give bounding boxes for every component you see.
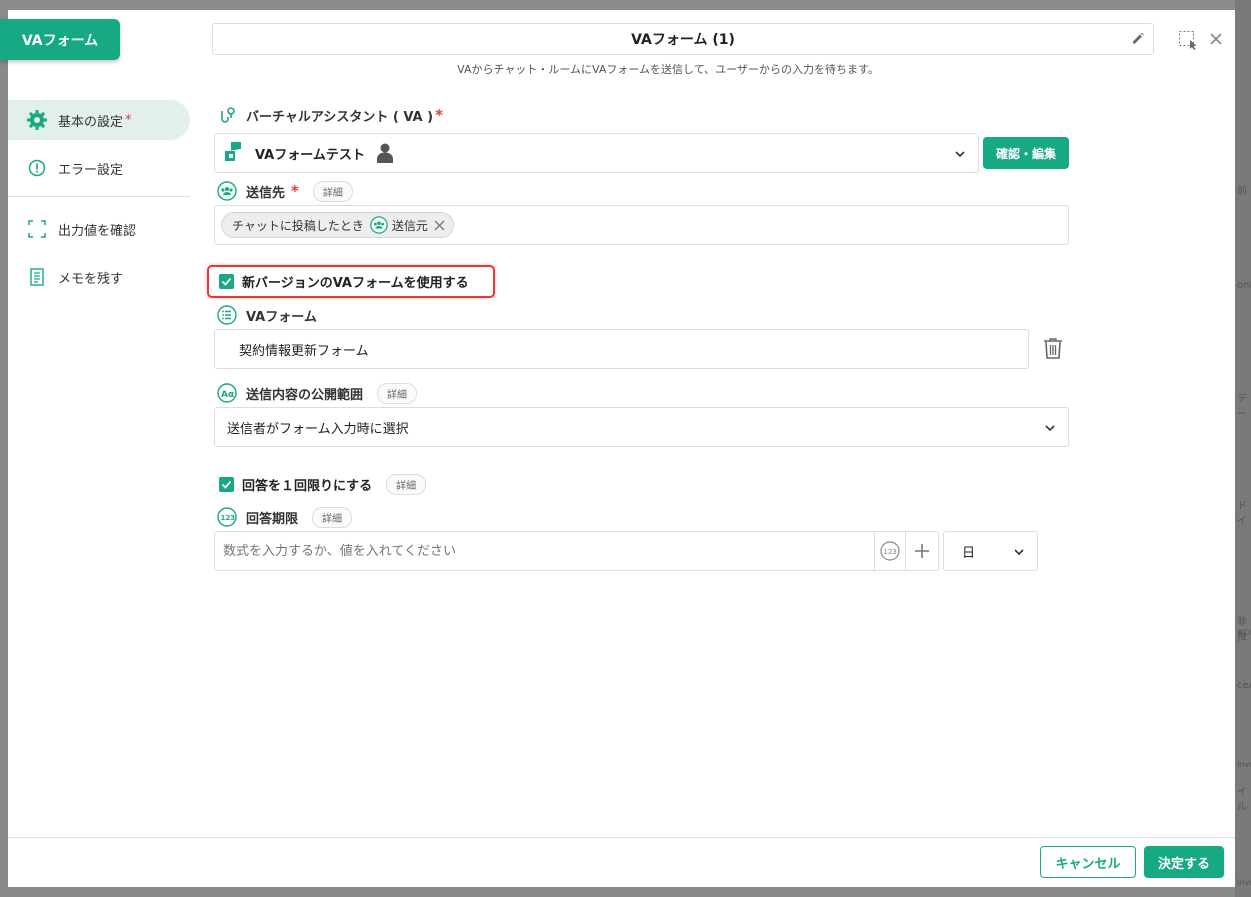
text-format-icon: Aα (216, 382, 238, 404)
answer-once-checkbox[interactable] (219, 477, 234, 492)
recipient-section-label: 送信先 * 詳細 (216, 180, 353, 202)
list-icon (216, 304, 238, 326)
bg-fragment: Invo (1237, 878, 1251, 887)
number-icon: 123 (216, 506, 238, 528)
chevron-down-icon (954, 148, 966, 164)
chevron-down-icon (1044, 422, 1056, 438)
sidebar-divider (8, 196, 190, 197)
sidebar-item-memo[interactable]: メモを残す (8, 257, 190, 297)
node-description: VAからチャット・ルームにVAフォームを送信して、ユーザーからの入力を待ちます。 (457, 63, 879, 76)
recipient-chip[interactable]: チャットに投稿したとき 送信元 (221, 212, 454, 238)
deadline-input-group: 123 (214, 531, 939, 571)
frame-corners-icon (26, 218, 48, 240)
form-value: 契約情報更新フォーム (239, 343, 369, 359)
deadline-unit-value: 日 (962, 545, 976, 561)
footer-divider (8, 837, 1235, 838)
sidebar-item-error-settings[interactable]: エラー設定 (8, 148, 190, 188)
va-select[interactable]: VAフォームテスト (214, 133, 979, 173)
va-selected-value: VAフォームテスト (255, 147, 365, 163)
form-section-label: VAフォーム (216, 304, 317, 326)
group-icon (370, 216, 388, 234)
svg-text:Aα: Aα (221, 390, 234, 400)
node-title: VAフォーム (1) (631, 32, 735, 48)
answer-once-detail-chip[interactable]: 詳細 (386, 474, 427, 495)
bg-fragment: ceA (1237, 680, 1251, 691)
visibility-select[interactable]: 送信者がフォーム入力時に選択 (214, 407, 1069, 447)
svg-text:123: 123 (221, 514, 236, 522)
gear-icon (26, 109, 48, 131)
form-select[interactable]: 契約情報更新フォーム (214, 329, 1029, 369)
recipient-chip-sub: 送信元 (391, 218, 428, 233)
bg-fragment: ドイ (1237, 501, 1247, 527)
cancel-button[interactable]: キャンセル (1040, 846, 1136, 878)
pencil-icon[interactable] (1131, 31, 1145, 49)
visibility-value: 送信者がフォーム入力時に選択 (227, 421, 409, 437)
sidebar-item-label: メモを残す (58, 271, 124, 287)
select-area-icon[interactable] (1178, 30, 1198, 54)
person-icon (376, 143, 393, 163)
visibility-section-label: Aα 送信内容の公開範囲 詳細 (216, 382, 418, 404)
deadline-label: 回答期限 (246, 511, 299, 527)
ok-button[interactable]: 決定する (1144, 846, 1224, 878)
alert-circle-icon (26, 157, 48, 179)
new-version-label: 新バージョンのVAフォームを使用する (242, 276, 469, 291)
form-label: VAフォーム (246, 309, 317, 325)
bg-fragment: Invo (1237, 760, 1251, 769)
trash-icon[interactable] (1043, 337, 1063, 363)
sidebar-item-label: エラー設定 (58, 162, 124, 178)
deadline-input[interactable] (215, 533, 874, 569)
bg-fragment: デー (1237, 394, 1247, 420)
required-mark: * (435, 106, 443, 124)
visibility-label: 送信内容の公開範囲 (246, 387, 364, 403)
backdrop-top (0, 0, 1251, 10)
visibility-detail-chip[interactable]: 詳細 (377, 382, 418, 404)
bg-fragment: onE (1237, 280, 1251, 291)
deadline-unit-select[interactable]: 日 (943, 531, 1038, 571)
sidebar-item-label: 基本の設定 (58, 114, 124, 130)
node-type-tag: VAフォーム (0, 19, 120, 60)
group-icon (216, 180, 238, 202)
bg-fragment: 前 (1237, 186, 1247, 197)
bg-fragment: イル (1237, 787, 1247, 813)
recipient-detail-chip[interactable]: 詳細 (312, 180, 353, 202)
sidebar-item-check-output[interactable]: 出力値を確認 (8, 209, 190, 249)
deadline-section-label: 123 回答期限 詳細 (216, 506, 353, 528)
new-version-checkbox-row[interactable]: 新バージョンのVAフォームを使用する (207, 265, 495, 298)
number-format-icon[interactable]: 123 (874, 532, 905, 570)
recipient-chip-text: チャットに投稿したとき (232, 218, 364, 233)
va-logo-icon (223, 142, 243, 164)
svg-text:123: 123 (884, 548, 897, 556)
sidebar: 基本の設定 * エラー設定 出力値を確認 メモを残す (8, 100, 190, 305)
deadline-detail-chip[interactable]: 詳細 (312, 506, 353, 528)
link-icon (216, 104, 238, 126)
recipient-field[interactable]: チャットに投稿したとき 送信元 (214, 205, 1069, 245)
new-version-checkbox[interactable] (219, 274, 234, 289)
note-icon (26, 266, 48, 288)
sidebar-item-basic-settings[interactable]: 基本の設定 * (8, 100, 190, 140)
required-mark: * (291, 182, 299, 200)
recipient-label: 送信先 (246, 185, 286, 201)
close-icon[interactable] (1209, 31, 1223, 50)
chip-remove-icon[interactable] (434, 220, 445, 231)
sidebar-item-label: 出力値を確認 (58, 223, 137, 239)
required-mark: * (125, 112, 132, 128)
bg-fragment: xce (1237, 627, 1251, 638)
node-title-field[interactable]: VAフォーム (1) (212, 23, 1154, 55)
plus-icon[interactable] (905, 532, 938, 570)
answer-once-row[interactable]: 回答を１回限りにする 詳細 (219, 474, 427, 495)
confirm-edit-button[interactable]: 確認・編集 (983, 137, 1069, 169)
va-label: バーチャルアシスタント ( VA ) (246, 109, 434, 125)
va-section-label: バーチャルアシスタント ( VA ) * (216, 104, 443, 126)
answer-once-label: 回答を１回限りにする (242, 479, 373, 494)
chevron-down-icon (1013, 546, 1025, 562)
